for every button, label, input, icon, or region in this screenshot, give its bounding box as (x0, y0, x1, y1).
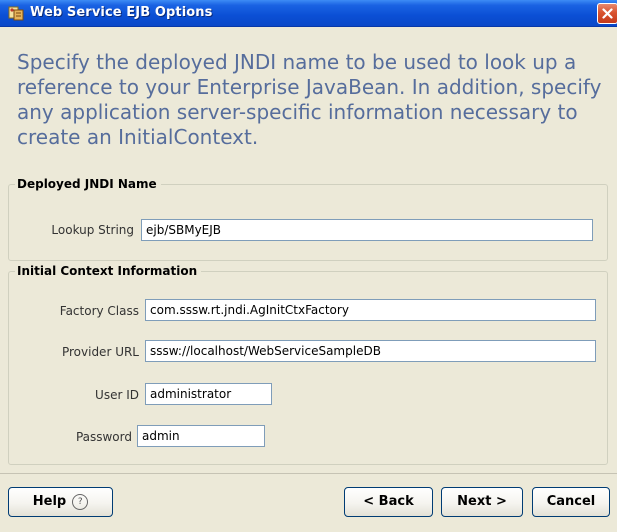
help-button[interactable]: Help? (8, 487, 113, 517)
back-button[interactable]: < Back (344, 487, 433, 517)
context-group-legend: Initial Context Information (17, 264, 198, 278)
title-bar[interactable]: Web Service EJB Options (0, 0, 617, 27)
dialog-body: Specify the deployed JNDI name to be use… (0, 27, 617, 532)
lookup-string-label: Lookup String (51, 223, 134, 237)
help-icon: ? (72, 494, 89, 510)
next-button[interactable]: Next > (441, 487, 523, 517)
window-title: Web Service EJB Options (30, 5, 213, 20)
close-icon (602, 8, 613, 19)
password-label: Password (75, 430, 132, 444)
intro-text: Specify the deployed JNDI name to be use… (17, 50, 602, 149)
close-button[interactable] (597, 3, 617, 24)
button-separator (0, 473, 617, 474)
jndi-group-legend: Deployed JNDI Name (17, 177, 157, 191)
help-button-label: Help (32, 494, 67, 509)
password-input[interactable]: admin (137, 425, 265, 447)
factory-class-input[interactable]: com.sssw.rt.jndi.AgInitCtxFactory (145, 299, 596, 321)
user-id-label: User ID (95, 388, 139, 402)
wizard-icon (8, 5, 24, 21)
provider-url-label: Provider URL (61, 345, 139, 359)
user-id-input[interactable]: administrator (145, 383, 272, 405)
lookup-string-input[interactable]: ejb/SBMyEJB (141, 219, 593, 241)
provider-url-input[interactable]: sssw://localhost/WebServiceSampleDB (145, 340, 596, 362)
cancel-button[interactable]: Cancel (532, 487, 610, 517)
factory-class-label: Factory Class (59, 304, 139, 318)
